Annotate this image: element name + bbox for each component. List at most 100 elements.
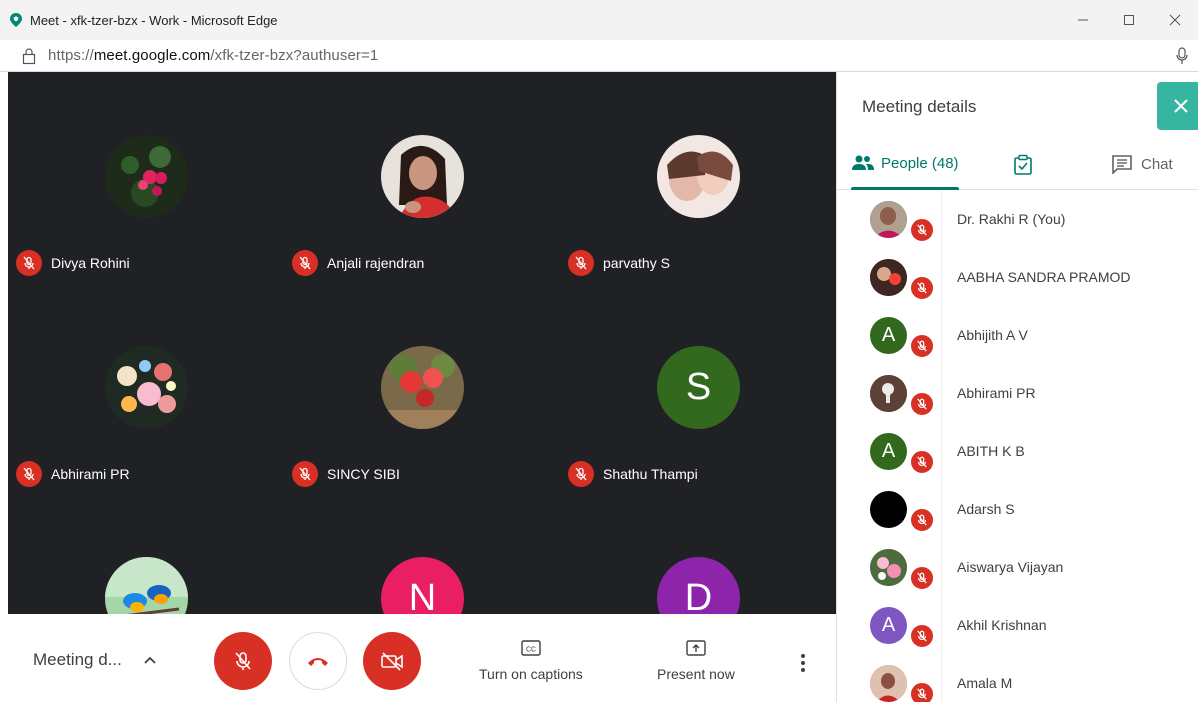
- avatar-letter: N: [408, 577, 437, 614]
- name-row: Divya Rohini: [16, 250, 130, 276]
- minimize-icon[interactable]: [1060, 0, 1106, 40]
- mic-off-icon: [909, 565, 935, 591]
- close-icon: [1174, 99, 1188, 113]
- clipboard-check-icon: [1014, 154, 1032, 175]
- captions-button[interactable]: CC Turn on captions: [479, 638, 583, 682]
- avatar: A: [870, 433, 907, 470]
- name-row: Anjali rajendran: [292, 250, 424, 276]
- tab-people[interactable]: People (48): [851, 154, 959, 172]
- participant-tile[interactable]: parvathy S: [560, 72, 836, 283]
- microphone-icon[interactable]: [1176, 47, 1188, 65]
- svg-text:CC: CC: [526, 647, 536, 654]
- list-item[interactable]: A Akhil Krishnan: [837, 596, 1198, 654]
- chat-icon: [1112, 155, 1132, 174]
- participant-name: Adarsh S: [957, 501, 1015, 517]
- tab-chat[interactable]: Chat: [1111, 154, 1173, 174]
- avatar: [870, 259, 907, 296]
- list-item[interactable]: A ABITH K B: [837, 422, 1198, 480]
- leave-call-button[interactable]: [289, 632, 347, 690]
- mic-toggle-button[interactable]: [214, 632, 272, 690]
- url-path: /xfk-tzer-bzx?authuser=1: [210, 47, 379, 64]
- mic-off-icon: [16, 461, 42, 487]
- mic-off-icon: [909, 391, 935, 417]
- avatar: [870, 375, 907, 412]
- list-item[interactable]: Dr. Rakhi R (You): [837, 190, 1198, 248]
- present-screen-icon: [686, 640, 706, 656]
- mic-off-icon: [909, 623, 935, 649]
- mic-off-icon: [909, 275, 935, 301]
- call-controls-bar: Meeting d... CC Turn on captions Present…: [8, 614, 836, 702]
- participant-tile[interactable]: D: [560, 494, 836, 614]
- name-row: parvathy S: [568, 250, 670, 276]
- mic-off-icon: [292, 461, 318, 487]
- tab-people-label: People (48): [881, 154, 959, 172]
- list-item[interactable]: Abhirami PR: [837, 364, 1198, 422]
- close-icon[interactable]: [1152, 0, 1198, 40]
- participant-tile[interactable]: [8, 494, 284, 614]
- avatar: A: [870, 607, 907, 644]
- mic-off-icon: [909, 217, 935, 243]
- name-row: Abhirami PR: [16, 461, 130, 487]
- avatar: [870, 491, 907, 528]
- close-panel-button[interactable]: [1157, 82, 1198, 130]
- participant-tile[interactable]: Anjali rajendran: [284, 72, 560, 283]
- avatar: N: [381, 557, 464, 614]
- avatar: [870, 665, 907, 702]
- participant-grid: Divya Rohini Anjali rajendran parvathy S…: [8, 72, 836, 614]
- participant-name: Abhijith A V: [957, 327, 1028, 343]
- avatar-letter: A: [881, 324, 896, 346]
- maximize-icon[interactable]: [1106, 0, 1152, 40]
- participant-name: Anjali rajendran: [327, 255, 425, 271]
- list-item[interactable]: Adarsh S: [837, 480, 1198, 538]
- avatar: A: [870, 317, 907, 354]
- tab-activities[interactable]: [1013, 154, 1033, 176]
- mic-off-icon: [909, 333, 935, 359]
- people-icon: [852, 155, 874, 170]
- participant-name: Amala M: [957, 675, 1013, 691]
- participant-name: Akhil Krishnan: [957, 617, 1047, 633]
- list-item[interactable]: Aiswarya Vijayan: [837, 538, 1198, 596]
- mic-off-icon: [909, 449, 935, 475]
- panel-title: Meeting details: [862, 97, 977, 116]
- participant-tile[interactable]: Divya Rohini: [8, 72, 284, 283]
- mic-off-icon: [909, 507, 935, 533]
- panel-tabs: People (48) Chat: [837, 144, 1198, 190]
- avatar: S: [657, 346, 740, 429]
- participant-name: Dr. Rakhi R (You): [957, 211, 1066, 227]
- avatar: [381, 135, 464, 218]
- participant-tile[interactable]: N: [284, 494, 560, 614]
- avatar-letter: S: [685, 366, 712, 408]
- hang-up-icon: [308, 658, 328, 666]
- avatar: [870, 549, 907, 586]
- camera-toggle-button[interactable]: [363, 632, 421, 690]
- more-options-icon[interactable]: [800, 652, 806, 674]
- captions-label: Turn on captions: [479, 666, 583, 682]
- meeting-details-panel: Meeting details People (48) Chat Dr. Rak…: [836, 72, 1198, 702]
- participant-name: AABHA SANDRA PRAMOD: [957, 269, 1131, 285]
- participant-tile[interactable]: SINCY SIBI: [284, 283, 560, 494]
- avatar-letter: D: [684, 577, 713, 614]
- participant-name: Abhirami PR: [51, 466, 130, 482]
- list-item[interactable]: A Abhijith A V: [837, 306, 1198, 364]
- present-label: Present now: [657, 666, 735, 682]
- participant-name: Shathu Thampi: [603, 466, 698, 482]
- avatar: [105, 557, 188, 614]
- list-item[interactable]: Amala M: [837, 654, 1198, 702]
- present-now-button[interactable]: Present now: [657, 638, 735, 682]
- participant-tile[interactable]: S Shathu Thampi: [560, 283, 836, 494]
- mic-off-icon: [909, 681, 935, 702]
- address-bar[interactable]: https://meet.google.com/xfk-tzer-bzx?aut…: [0, 40, 1198, 72]
- mic-off-icon: [568, 461, 594, 487]
- chevron-up-icon[interactable]: [142, 652, 158, 668]
- participant-tile[interactable]: Abhirami PR: [8, 283, 284, 494]
- window-title: Meet - xfk-tzer-bzx - Work - Microsoft E…: [30, 12, 278, 28]
- url-text[interactable]: https://meet.google.com/xfk-tzer-bzx?aut…: [48, 47, 378, 64]
- tab-chat-label: Chat: [1141, 155, 1173, 173]
- participant-name: parvathy S: [603, 255, 670, 271]
- participant-name: ABITH K B: [957, 443, 1025, 459]
- avatar: [870, 201, 907, 238]
- lock-icon: [22, 47, 36, 64]
- meeting-details-button[interactable]: Meeting d...: [33, 650, 122, 670]
- name-row: Shathu Thampi: [568, 461, 698, 487]
- list-item[interactable]: AABHA SANDRA PRAMOD: [837, 248, 1198, 306]
